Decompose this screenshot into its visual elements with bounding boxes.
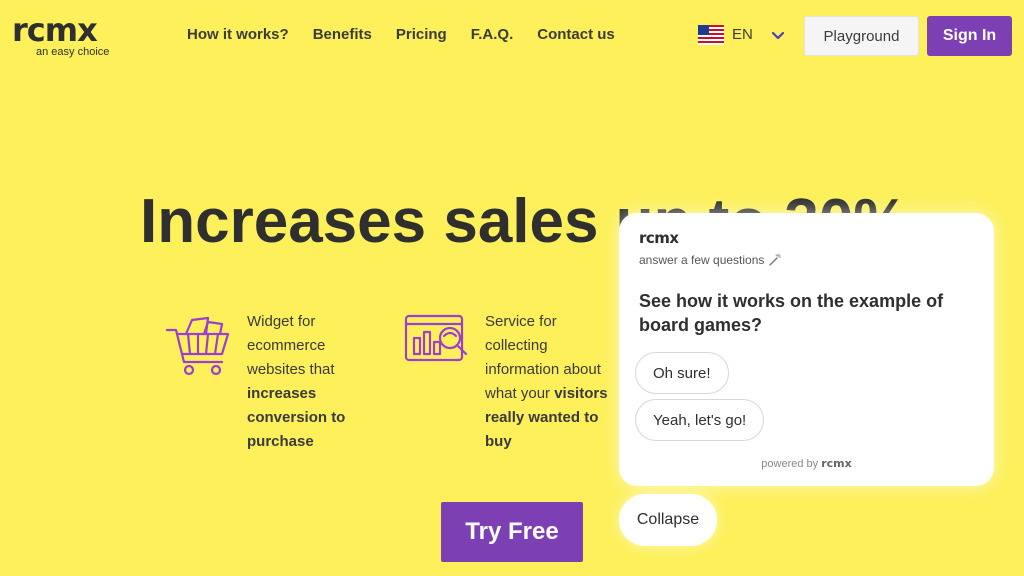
nav-how-it-works[interactable]: How it works?: [187, 25, 289, 45]
language-selector[interactable]: EN: [698, 25, 785, 45]
widget-subtitle: answer a few questions: [639, 253, 782, 267]
widget-option-oh-sure[interactable]: Oh sure!: [635, 352, 729, 394]
us-flag-icon: [698, 25, 724, 45]
chevron-down-icon: [771, 31, 784, 40]
widget-question: See how it works on the example of board…: [639, 291, 944, 335]
nav-contact-us[interactable]: Contact us: [537, 25, 615, 45]
widget-powered-by[interactable]: powered by rcmx: [619, 457, 994, 470]
widget-subtitle-text: answer a few questions: [639, 253, 765, 267]
logo-wordmark: rcmx: [12, 11, 98, 49]
widget-option-yeah-lets-go[interactable]: Yeah, let's go!: [635, 399, 765, 441]
quiz-widget: rcmx answer a few questions See how it w…: [619, 213, 994, 486]
sign-in-button[interactable]: Sign In: [927, 16, 1012, 56]
collapse-widget-button[interactable]: Collapse: [619, 494, 717, 546]
feature-service: Service for collecting information about…: [402, 310, 620, 454]
analytics-search-icon: [404, 314, 468, 362]
powered-by-text: powered by: [761, 458, 819, 470]
feature-widget-plain: Widget for ecommerce websites that: [247, 313, 335, 378]
widget-logo: rcmx: [639, 229, 679, 247]
feature-service-text: Service for collecting information about…: [485, 310, 620, 454]
nav-benefits[interactable]: Benefits: [313, 25, 372, 45]
feature-widget-bold: increases conversion to purchase: [247, 385, 346, 450]
nav-pricing[interactable]: Pricing: [396, 25, 447, 45]
feature-widget: Widget for ecommerce websites that incre…: [164, 310, 377, 454]
brand-logo[interactable]: rcmx an easy choice: [12, 12, 112, 64]
feature-widget-text: Widget for ecommerce websites that incre…: [247, 310, 377, 454]
playground-button[interactable]: Playground: [804, 16, 919, 56]
shopping-cart-icon: [165, 316, 230, 376]
language-code: EN: [732, 26, 753, 43]
try-free-button[interactable]: Try Free: [441, 502, 583, 562]
main-nav: How it works? Benefits Pricing F.A.Q. Co…: [187, 25, 615, 45]
powered-by-logo: rcmx: [821, 457, 852, 470]
nav-faq[interactable]: F.A.Q.: [471, 25, 514, 45]
magic-wand-icon: [769, 253, 782, 266]
logo-tagline: an easy choice: [36, 46, 110, 58]
